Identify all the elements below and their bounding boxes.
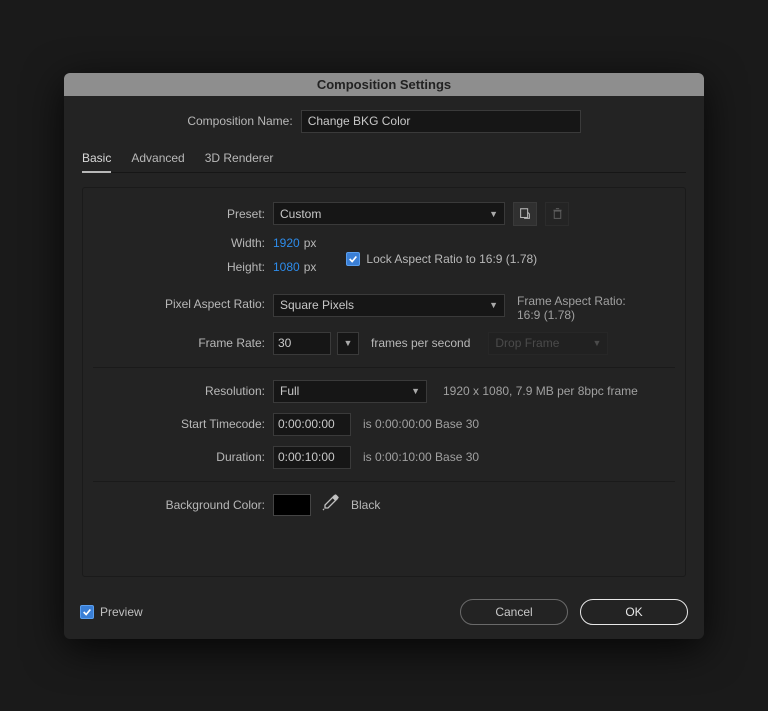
basic-panel: Preset: Custom ▼ <box>82 187 686 577</box>
par-value: Square Pixels <box>280 298 354 312</box>
pixel-aspect-select[interactable]: Square Pixels ▼ <box>273 294 505 317</box>
resolution-select[interactable]: Full ▼ <box>273 380 427 403</box>
composition-settings-dialog: Composition Settings Composition Name: B… <box>64 73 704 639</box>
chevron-down-icon: ▼ <box>592 338 601 348</box>
frame-aspect-label: Frame Aspect Ratio: <box>517 294 626 308</box>
framerate-dropdown-button[interactable]: ▼ <box>337 332 359 355</box>
drop-frame-select: Drop Frame ▼ <box>488 332 608 355</box>
drop-frame-value: Drop Frame <box>495 336 559 350</box>
start-timecode-info: is 0:00:00:00 Base 30 <box>363 417 479 431</box>
divider <box>93 481 675 482</box>
checkbox-checked-icon <box>80 605 94 619</box>
framerate-input[interactable] <box>273 332 331 355</box>
bgcolor-name: Black <box>351 498 380 512</box>
dialog-titlebar: Composition Settings <box>64 73 704 96</box>
resolution-value: Full <box>280 384 299 398</box>
duration-label: Duration: <box>93 450 273 464</box>
chevron-down-icon: ▼ <box>344 338 353 348</box>
chevron-down-icon: ▼ <box>411 386 420 396</box>
chevron-down-icon: ▼ <box>489 209 498 219</box>
height-value[interactable]: 1080 <box>273 260 300 274</box>
preview-checkbox[interactable]: Preview <box>80 605 143 619</box>
width-label: Width: <box>93 236 273 250</box>
start-timecode-label: Start Timecode: <box>93 417 273 431</box>
width-unit: px <box>304 236 317 250</box>
cancel-button[interactable]: Cancel <box>460 599 568 625</box>
eyedropper-icon[interactable] <box>321 494 339 515</box>
comp-name-input[interactable] <box>301 110 581 133</box>
height-unit: px <box>304 260 317 274</box>
resolution-label: Resolution: <box>93 384 273 398</box>
preview-label: Preview <box>100 605 143 619</box>
save-preset-button[interactable] <box>513 202 537 226</box>
duration-info: is 0:00:10:00 Base 30 <box>363 450 479 464</box>
height-label: Height: <box>93 260 273 274</box>
checkbox-checked-icon <box>346 252 360 266</box>
bgcolor-label: Background Color: <box>93 498 273 512</box>
bgcolor-swatch[interactable] <box>273 494 311 516</box>
start-timecode-input[interactable] <box>273 413 351 436</box>
preset-label: Preset: <box>93 207 273 221</box>
dialog-title: Composition Settings <box>317 77 451 92</box>
tab-basic[interactable]: Basic <box>82 147 111 173</box>
framerate-unit: frames per second <box>371 336 470 350</box>
tabs: Basic Advanced 3D Renderer <box>82 147 686 173</box>
preset-select[interactable]: Custom ▼ <box>273 202 505 225</box>
delete-preset-button <box>545 202 569 226</box>
divider <box>93 367 675 368</box>
preset-value: Custom <box>280 207 321 221</box>
lock-aspect-checkbox[interactable]: Lock Aspect Ratio to 16:9 (1.78) <box>346 252 537 266</box>
frame-aspect-value: 16:9 (1.78) <box>517 308 626 322</box>
ok-button[interactable]: OK <box>580 599 688 625</box>
par-label: Pixel Aspect Ratio: <box>93 294 273 311</box>
comp-name-label: Composition Name: <box>187 114 292 128</box>
framerate-label: Frame Rate: <box>93 336 273 350</box>
dialog-footer: Preview Cancel OK <box>64 589 704 639</box>
resolution-info: 1920 x 1080, 7.9 MB per 8bpc frame <box>443 384 638 398</box>
tab-advanced[interactable]: Advanced <box>131 147 184 172</box>
duration-input[interactable] <box>273 446 351 469</box>
width-value[interactable]: 1920 <box>273 236 300 250</box>
tab-3d-renderer[interactable]: 3D Renderer <box>205 147 274 172</box>
chevron-down-icon: ▼ <box>489 300 498 310</box>
lock-aspect-label: Lock Aspect Ratio to 16:9 (1.78) <box>366 252 537 266</box>
